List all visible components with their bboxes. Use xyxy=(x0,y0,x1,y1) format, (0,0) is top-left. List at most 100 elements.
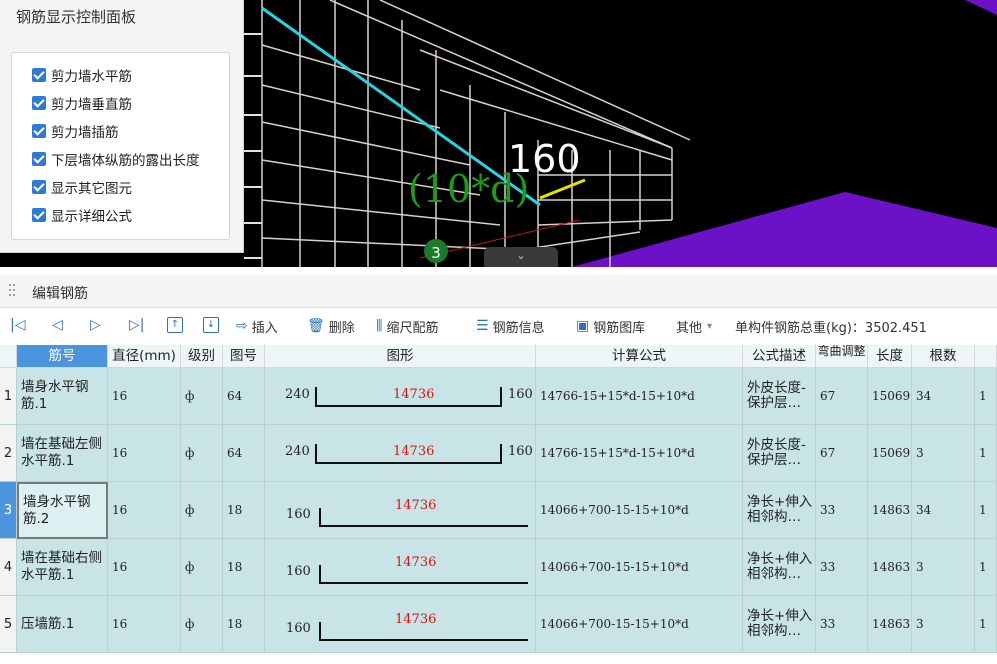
cell-fig[interactable]: 64 xyxy=(223,368,265,425)
cell-extra[interactable]: 1 xyxy=(975,482,997,539)
rebar-3d-viewport[interactable]: 3 (10*d) 160 钢筋显示控制面板 剪力墙水平筋 剪力墙垂直筋 剪力墙插… xyxy=(0,0,997,267)
header-count[interactable]: 根数 xyxy=(912,345,975,368)
delete-button[interactable]: 🗑 删除 xyxy=(307,316,355,336)
cell-dia[interactable]: 16 xyxy=(108,368,181,425)
cell-name[interactable]: 墙身水平钢筋.2 xyxy=(17,482,108,539)
cell-fig[interactable]: 18 xyxy=(223,482,265,539)
cell-count[interactable]: 34 xyxy=(912,482,975,539)
cell-num[interactable]: 1 xyxy=(0,368,17,425)
header-bend-adjust[interactable]: 弯曲调整 xyxy=(816,345,868,368)
scale-rebar-button[interactable]: ⫼ 缩尺配筋 xyxy=(376,316,438,336)
cell-shape[interactable]: 160 14736 xyxy=(265,539,536,596)
other-dropdown[interactable]: 其他 ▾ xyxy=(676,316,712,336)
option-shear-wall-horizontal[interactable]: 剪力墙水平筋 xyxy=(32,65,132,85)
checkbox-checked-icon[interactable] xyxy=(32,208,46,222)
cell-grade[interactable]: ф xyxy=(181,482,223,539)
cell-desc[interactable]: 净长+伸入相邻构… xyxy=(743,596,816,653)
checkbox-checked-icon[interactable] xyxy=(32,96,46,110)
checkbox-checked-icon[interactable] xyxy=(32,124,46,138)
cell-bend[interactable]: 67 xyxy=(816,368,868,425)
cell-formula[interactable]: 14066+700-15-15+10*d xyxy=(536,482,743,539)
cell-length[interactable]: 14863 xyxy=(868,482,912,539)
move-down-icon[interactable]: ↓ xyxy=(203,317,219,333)
cell-name[interactable]: 墙身水平钢筋.1 xyxy=(17,368,108,425)
cell-num[interactable]: 5 xyxy=(0,596,17,653)
option-shear-wall-vertical[interactable]: 剪力墙垂直筋 xyxy=(32,93,132,113)
cell-fig[interactable]: 18 xyxy=(223,539,265,596)
checkbox-checked-icon[interactable] xyxy=(32,68,46,82)
cell-formula[interactable]: 14066+700-15-15+10*d xyxy=(536,596,743,653)
cell-formula[interactable]: 14766-15+15*d-15+10*d xyxy=(536,425,743,482)
cell-count[interactable]: 3 xyxy=(912,425,975,482)
cell-dia[interactable]: 16 xyxy=(108,539,181,596)
checkbox-checked-icon[interactable] xyxy=(32,180,46,194)
header-figure-no[interactable]: 图号 xyxy=(223,345,265,368)
cell-count[interactable]: 3 xyxy=(912,596,975,653)
cell-grade[interactable]: ф xyxy=(181,596,223,653)
option-show-detailed-formula[interactable]: 显示详细公式 xyxy=(32,205,132,225)
cell-desc[interactable]: 外皮长度-保护层… xyxy=(743,368,816,425)
header-extra[interactable] xyxy=(975,345,997,368)
cell-name[interactable]: 压墙筋.1 xyxy=(17,596,108,653)
cell-formula[interactable]: 14766-15+15*d-15+10*d xyxy=(536,368,743,425)
rebar-info-button[interactable]: ☰ 钢筋信息 xyxy=(476,316,545,336)
cell-grade[interactable]: ф xyxy=(181,368,223,425)
option-label: 显示详细公式 xyxy=(51,209,132,225)
cell-desc[interactable]: 净长+伸入相邻构… xyxy=(743,482,816,539)
cell-shape[interactable]: 160 14736 xyxy=(265,482,536,539)
cell-length[interactable]: 15069 xyxy=(868,368,912,425)
drag-grip-icon[interactable] xyxy=(9,284,15,298)
cell-fig[interactable]: 18 xyxy=(223,596,265,653)
cell-bend[interactable]: 33 xyxy=(816,539,868,596)
prev-record-icon[interactable]: ◁ xyxy=(52,317,63,333)
cell-desc[interactable]: 外皮长度-保护层… xyxy=(743,425,816,482)
move-up-icon[interactable]: ↑ xyxy=(167,317,183,333)
cell-length[interactable]: 14863 xyxy=(868,539,912,596)
last-record-icon[interactable]: ▷| xyxy=(129,317,144,333)
insert-button[interactable]: ⇨ 插入 xyxy=(236,316,278,336)
header-length[interactable]: 长度 xyxy=(868,345,912,368)
cell-dia[interactable]: 16 xyxy=(108,482,181,539)
cell-extra[interactable]: 1 xyxy=(975,596,997,653)
next-record-icon[interactable]: ▷ xyxy=(90,317,101,333)
cell-shape[interactable]: 240 14736 160 xyxy=(265,368,536,425)
cell-length[interactable]: 14863 xyxy=(868,596,912,653)
cell-fig[interactable]: 64 xyxy=(223,425,265,482)
header-shape[interactable]: 图形 xyxy=(265,345,536,368)
cell-length[interactable]: 15069 xyxy=(868,425,912,482)
cell-count[interactable]: 34 xyxy=(912,368,975,425)
cell-extra[interactable]: 1 xyxy=(975,539,997,596)
option-lower-wall-exposed-length[interactable]: 下层墙体纵筋的露出长度 xyxy=(32,149,200,169)
rebar-library-button[interactable]: ▣ 钢筋图库 xyxy=(576,316,645,336)
header-formula[interactable]: 计算公式 xyxy=(536,345,743,368)
cell-dia[interactable]: 16 xyxy=(108,596,181,653)
cell-grade[interactable]: ф xyxy=(181,425,223,482)
cell-grade[interactable]: ф xyxy=(181,539,223,596)
checkbox-checked-icon[interactable] xyxy=(32,152,46,166)
cell-bend[interactable]: 33 xyxy=(816,596,868,653)
option-label: 剪力墙插筋 xyxy=(51,125,119,141)
first-record-icon[interactable]: |◁ xyxy=(10,317,25,333)
header-diameter[interactable]: 直径(mm) xyxy=(108,345,181,368)
option-show-other-elements[interactable]: 显示其它图元 xyxy=(32,177,132,197)
cell-bend[interactable]: 33 xyxy=(816,482,868,539)
cell-formula[interactable]: 14066+700-15-15+10*d xyxy=(536,539,743,596)
option-shear-wall-dowel[interactable]: 剪力墙插筋 xyxy=(32,121,119,141)
header-grade[interactable]: 级别 xyxy=(181,345,223,368)
cell-count[interactable]: 3 xyxy=(912,539,975,596)
cell-num[interactable]: 3 xyxy=(0,482,17,539)
cell-shape[interactable]: 240 14736 160 xyxy=(265,425,536,482)
cell-shape[interactable]: 160 14736 xyxy=(265,596,536,653)
cell-extra[interactable]: 1 xyxy=(975,368,997,425)
cell-dia[interactable]: 16 xyxy=(108,425,181,482)
header-formula-desc[interactable]: 公式描述 xyxy=(743,345,816,368)
cell-extra[interactable]: 1 xyxy=(975,425,997,482)
cell-name[interactable]: 墙在基础右侧水平筋.1 xyxy=(17,539,108,596)
cell-bend[interactable]: 67 xyxy=(816,425,868,482)
cell-num[interactable]: 2 xyxy=(0,425,17,482)
collapse-viewport-button[interactable]: ⌄ xyxy=(484,247,558,267)
cell-desc[interactable]: 净长+伸入相邻构… xyxy=(743,539,816,596)
cell-num[interactable]: 4 xyxy=(0,539,17,596)
cell-name[interactable]: 墙在基础左侧水平筋.1 xyxy=(17,425,108,482)
header-bar-number[interactable]: 筋号 xyxy=(17,345,108,368)
